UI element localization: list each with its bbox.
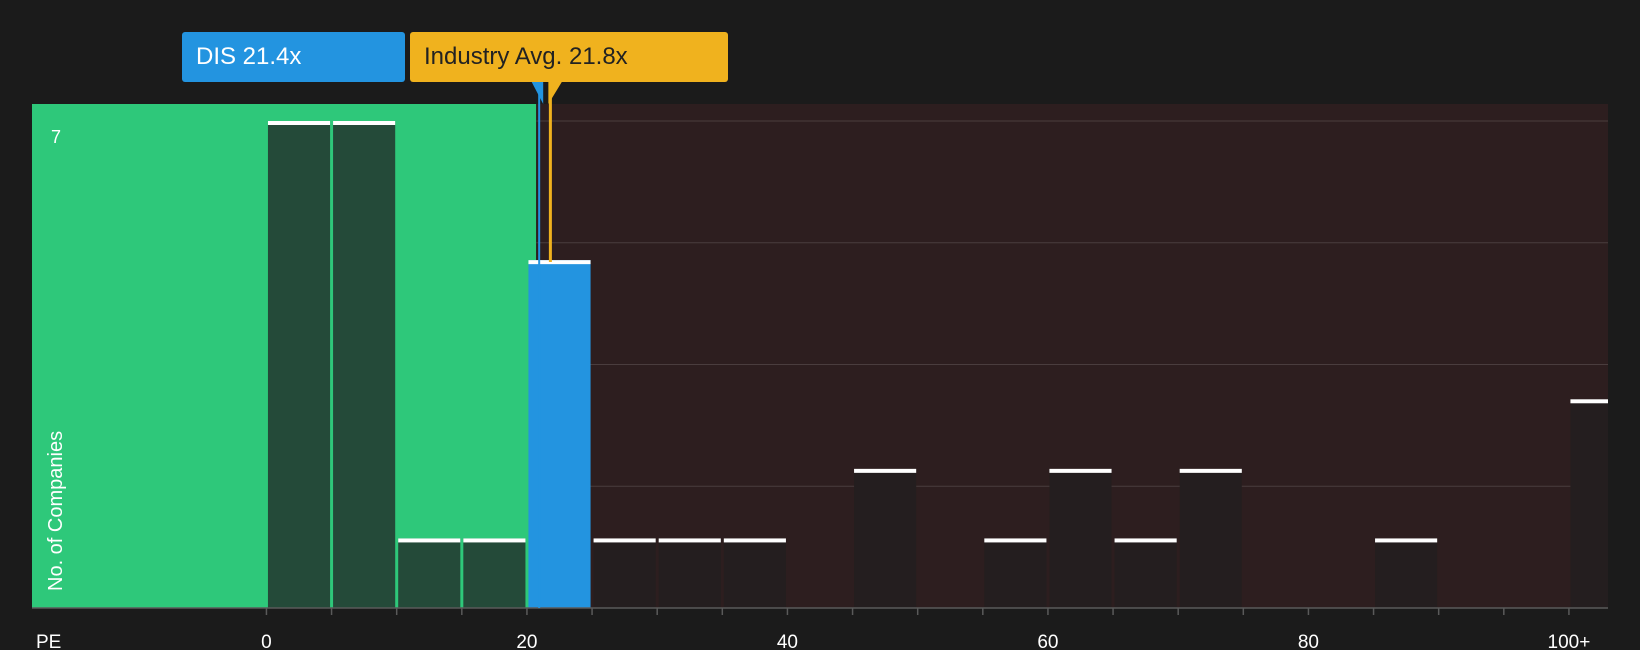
histogram-bar (984, 538, 1047, 608)
bar-top-line (1114, 538, 1177, 543)
histogram-bar (463, 538, 526, 608)
histogram-bar (723, 538, 786, 608)
x-tick-label: 20 (516, 632, 537, 650)
bar-top-line (658, 538, 721, 543)
histogram-bar (1049, 468, 1112, 608)
bar-top-line (333, 121, 396, 125)
y-tick-label: 7 (51, 127, 61, 147)
histogram-bar (267, 121, 331, 608)
company-pe-callout: DIS 21.4x (182, 32, 405, 82)
bar-top-line (1179, 468, 1242, 473)
bar-top-line (854, 468, 917, 473)
x-tick-label: 80 (1298, 632, 1319, 650)
histogram-bar (854, 468, 917, 608)
histogram-bar (528, 260, 591, 608)
y-axis-title: No. of Companies (45, 431, 67, 591)
bar-top-line (1049, 468, 1112, 473)
histogram-bar (593, 538, 656, 608)
bar-top-line (463, 538, 526, 543)
histogram-bar (333, 121, 396, 608)
x-tick-label: 100+ (1548, 632, 1591, 650)
x-axis-title: PE (36, 632, 61, 650)
industry-average-callout: Industry Avg. 21.8x (410, 32, 728, 82)
bar-top-line (723, 538, 786, 543)
histogram-bar (1179, 468, 1242, 608)
bar-top-line (593, 538, 656, 543)
x-ticks: 0 20 40 60 80 100+ (261, 608, 1590, 650)
bar-top-line (528, 260, 591, 265)
histogram-bar (1570, 399, 1608, 608)
x-tick-label: 0 (261, 632, 272, 650)
bar-top-line (267, 121, 331, 125)
histogram-bar (658, 538, 721, 608)
company-callout-pointer (531, 81, 544, 104)
x-tick-label: 60 (1037, 632, 1058, 650)
bar-top-line (1570, 399, 1608, 404)
histogram-bar (1114, 538, 1177, 608)
pe-histogram: 0 20 40 60 80 100+ PE No. of Companies 7 (32, 81, 1608, 650)
bar-top-line (398, 538, 461, 543)
bar-top-line (1375, 538, 1438, 543)
bar-top-line (984, 538, 1047, 543)
x-tick-label: 40 (777, 632, 798, 650)
industry-callout-pointer (548, 81, 563, 104)
histogram-bar (1375, 538, 1438, 608)
y-tick-labels: 7 (51, 127, 61, 147)
histogram-bar (398, 538, 461, 608)
